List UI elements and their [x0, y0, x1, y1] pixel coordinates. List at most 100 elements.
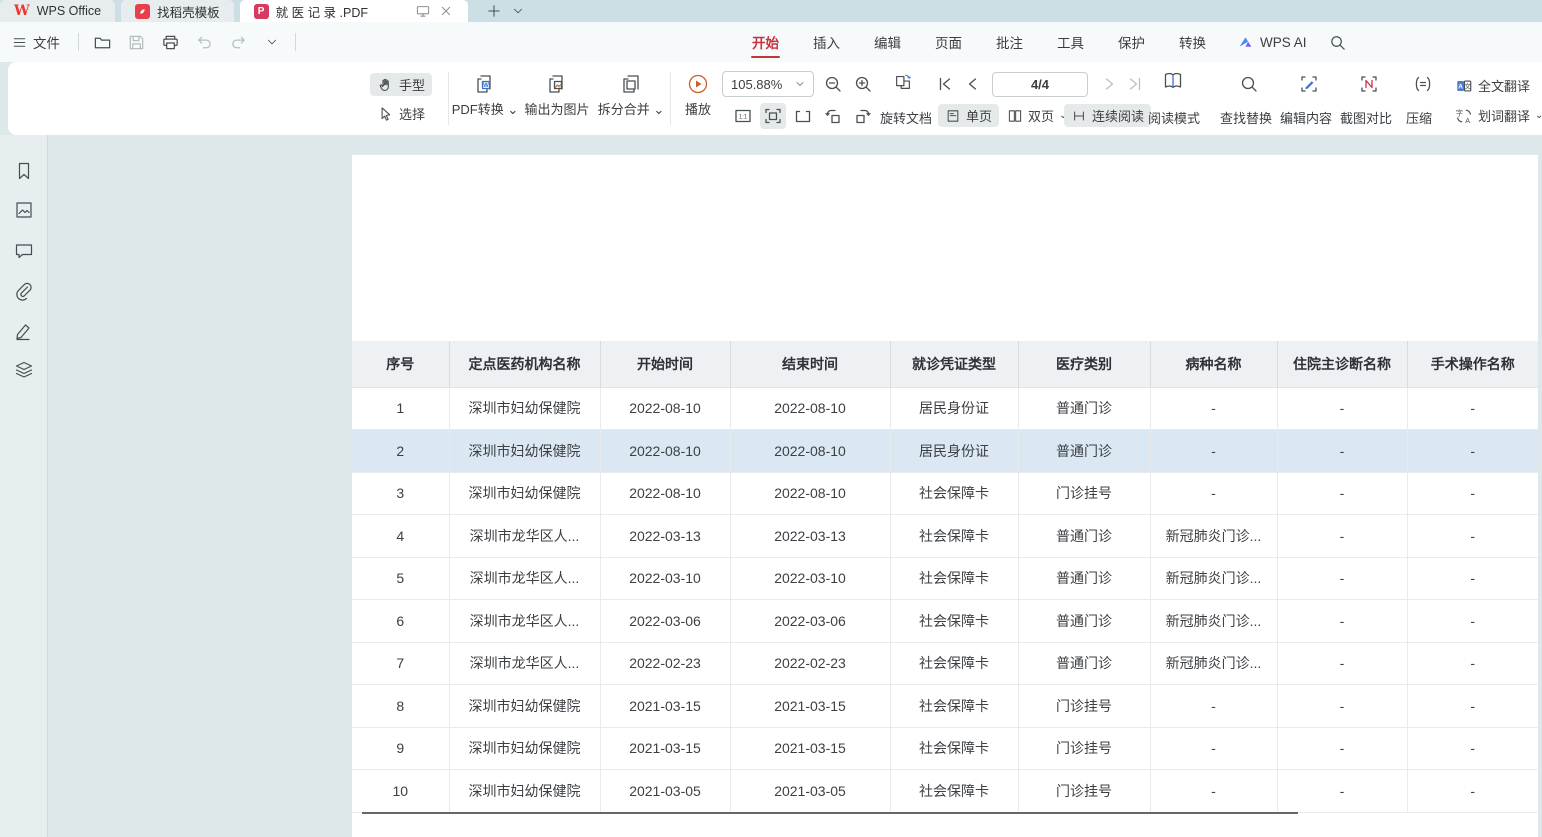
table-cell: - [1277, 515, 1407, 558]
menu-tab-insert[interactable]: 插入 [796, 22, 857, 62]
wps-ai-button[interactable]: WPS AI [1223, 34, 1321, 51]
cursor-icon [377, 105, 394, 122]
table-row: 1深圳市妇幼保健院2022-08-102022-08-10居民身份证普通门诊--… [352, 387, 1538, 430]
quick-access-more-button[interactable] [255, 29, 289, 55]
thumbnail-panel-button[interactable] [13, 199, 35, 221]
rotate-doc-label[interactable]: 旋转文档 [880, 108, 932, 127]
tab-list-chevron-icon[interactable] [512, 5, 524, 17]
menu-search-button[interactable] [1321, 29, 1355, 55]
menu-tab-edit[interactable]: 编辑 [857, 22, 918, 62]
menu-tab-convert[interactable]: 转换 [1162, 22, 1223, 62]
monitor-icon[interactable] [415, 3, 431, 19]
find-replace-button[interactable] [1236, 71, 1262, 97]
new-tab-icon[interactable] [486, 3, 502, 19]
compress-label[interactable]: 压缩 [1406, 108, 1432, 127]
layers-panel-button[interactable] [13, 359, 35, 381]
find-replace-label[interactable]: 查找替换 [1220, 108, 1272, 127]
tab-docer-templates[interactable]: 找稻壳模板 [121, 0, 234, 22]
undo-button[interactable] [187, 29, 221, 55]
next-page-button[interactable] [1096, 71, 1122, 97]
last-page-button[interactable] [1122, 71, 1148, 97]
table-cell: 2022-08-10 [600, 472, 730, 515]
rotate-left-button[interactable] [820, 103, 846, 129]
table-cell: 2022-03-10 [730, 557, 890, 600]
menu-tab-comment[interactable]: 批注 [979, 22, 1040, 62]
tab-bar-actions [486, 0, 524, 22]
menu-tab-protect[interactable]: 保护 [1101, 22, 1162, 62]
wps-logo-icon: W [14, 3, 30, 19]
rotate-right-icon [853, 106, 873, 126]
split-merge-button[interactable]: 拆分合并 ⌄ [596, 72, 666, 118]
chevron-down-icon [795, 79, 805, 89]
full-translate-button[interactable]: A文 全文翻译 [1448, 74, 1537, 97]
menu-tab-home[interactable]: 开始 [735, 22, 796, 62]
wps-ai-icon [1237, 34, 1254, 51]
fit-page-button[interactable] [790, 103, 816, 129]
word-translate-button[interactable]: 字A 划词翻译 ⌄ [1448, 104, 1542, 127]
table-cell: 2021-03-15 [730, 685, 890, 728]
menu-tab-page[interactable]: 页面 [918, 22, 979, 62]
screenshot-compare-label[interactable]: 截图对比 [1340, 108, 1392, 127]
open-file-button[interactable] [85, 29, 119, 55]
zoom-level-select[interactable]: 105.88% [722, 71, 814, 97]
table-cell: 社会保障卡 [890, 472, 1018, 515]
file-menu-label: 文件 [33, 32, 60, 52]
zoom-in-button[interactable] [850, 71, 876, 97]
layers-icon [13, 359, 35, 381]
tab-wps-home[interactable]: W WPS Office [0, 0, 115, 22]
file-menu-button[interactable]: 文件 [0, 22, 72, 62]
previous-page-button[interactable] [960, 71, 986, 97]
continuous-read-button[interactable]: 连续阅读 [1064, 104, 1151, 127]
table-cell: - [1407, 727, 1538, 770]
redo-button[interactable] [221, 29, 255, 55]
printer-icon [161, 33, 180, 52]
bookmark-panel-button[interactable] [13, 160, 35, 182]
rotate-right-button[interactable] [850, 103, 876, 129]
zoom-out-button[interactable] [820, 71, 846, 97]
read-mode-label[interactable]: 阅读模式 [1148, 108, 1200, 127]
save-button[interactable] [119, 29, 153, 55]
menu-tab-tools[interactable]: 工具 [1040, 22, 1101, 62]
zoom-out-icon [823, 74, 843, 94]
actual-size-button[interactable]: 1:1 [730, 103, 756, 129]
table-cell: 居民身份证 [890, 387, 1018, 430]
fit-width-button[interactable] [760, 103, 786, 129]
table-cell: - [1150, 387, 1277, 430]
first-page-button[interactable] [932, 71, 958, 97]
pdf-page[interactable]: 序号定点医药机构名称开始时间结束时间就诊凭证类型医疗类别病种名称住院主诊断名称手… [352, 155, 1538, 837]
undo-icon [195, 33, 214, 52]
edit-content-label[interactable]: 编辑内容 [1280, 108, 1332, 127]
document-viewer: 序号定点医药机构名称开始时间结束时间就诊凭证类型医疗类别病种名称住院主诊断名称手… [0, 135, 1542, 837]
table-cell: 8 [352, 685, 449, 728]
select-tool-button[interactable]: 选择 [370, 102, 432, 125]
table-cell: 2022-08-10 [600, 430, 730, 473]
export-image-button[interactable]: 输出为图片 [521, 72, 593, 118]
comment-panel-button[interactable] [13, 240, 35, 262]
signature-panel-button[interactable] [13, 320, 35, 342]
print-button[interactable] [153, 29, 187, 55]
actual-size-icon: 1:1 [733, 106, 753, 126]
play-button[interactable]: 播放 [676, 72, 720, 118]
screenshot-compare-button[interactable] [1356, 71, 1382, 97]
pdf-convert-button[interactable]: W PDF转换 ⌄ [452, 72, 518, 118]
table-cell: 5 [352, 557, 449, 600]
rotate-pages-button[interactable] [890, 69, 916, 95]
edit-content-button[interactable] [1296, 71, 1322, 97]
attachment-panel-button[interactable] [13, 280, 35, 302]
single-page-button[interactable]: 单页 [938, 104, 999, 127]
hand-tool-label: 手型 [399, 75, 425, 94]
hand-tool-button[interactable]: 手型 [370, 73, 432, 96]
tab-document-pdf[interactable]: P 就 医 记 录 .PDF [240, 0, 468, 22]
table-cell: 2022-08-10 [600, 387, 730, 430]
close-tab-icon[interactable] [438, 3, 454, 19]
table-cell: - [1150, 430, 1277, 473]
menu-tabs: 开始 插入 编辑 页面 批注 工具 保护 转换 WPS AI [735, 22, 1355, 62]
read-mode-button[interactable] [1160, 68, 1186, 94]
table-cell: - [1277, 685, 1407, 728]
table-cell: - [1407, 557, 1538, 600]
page-indicator-input[interactable]: 4/4 [992, 72, 1088, 97]
compress-button[interactable] [1410, 71, 1436, 97]
table-row: 7深圳市龙华区人...2022-02-232022-02-23社会保障卡普通门诊… [352, 642, 1538, 685]
table-cell: 2022-03-10 [600, 557, 730, 600]
table-row: 10深圳市妇幼保健院2021-03-052021-03-05社会保障卡门诊挂号-… [352, 770, 1538, 813]
